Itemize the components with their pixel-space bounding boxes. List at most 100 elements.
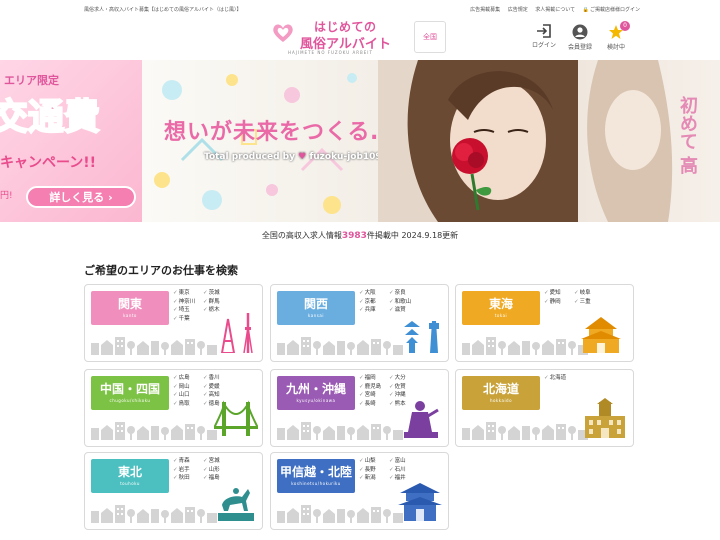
pref-link[interactable]: 宮崎 [359, 391, 389, 400]
town-silhouette [277, 337, 403, 355]
job-count: 3983 [341, 231, 367, 241]
area-roman: koshinetsu/hokuriku [291, 481, 341, 486]
pref-link[interactable]: 新潟 [359, 474, 389, 483]
landmark-illustration [214, 481, 258, 525]
pref-link[interactable]: 大阪 [359, 289, 389, 298]
pref-link[interactable]: 佐賀 [389, 383, 419, 392]
pref-link[interactable]: 静岡 [544, 298, 574, 307]
pref-link[interactable]: 鳥取 [173, 400, 203, 409]
pref-link[interactable]: 群馬 [203, 298, 233, 307]
pref-link[interactable]: 福岡 [359, 374, 389, 383]
pref-link[interactable]: 岩手 [173, 466, 203, 475]
pref-link[interactable]: 石川 [389, 466, 419, 475]
area-label[interactable]: 九州・沖縄 kyusyu/okinawa [277, 376, 355, 410]
area-card-tohoku[interactable]: 東北 touhoku 青森宮城岩手山形秋田福島 [84, 452, 263, 530]
statue-landmark-icon [404, 401, 439, 438]
pref-link[interactable]: 千葉 [173, 315, 203, 324]
top-link-listing[interactable]: 求人掲載について [535, 7, 575, 13]
pref-link[interactable]: 宮城 [203, 457, 233, 466]
register-button[interactable]: 会員登録 [562, 24, 598, 51]
top-link-ad-rules[interactable]: 広告規定 [508, 7, 528, 13]
pref-link[interactable]: 京都 [359, 298, 389, 307]
bridge-landmark-icon [213, 400, 259, 436]
pref-link[interactable]: 茨城 [203, 289, 233, 298]
landmark-illustration [400, 313, 444, 357]
area-label[interactable]: 東海 tokai [462, 291, 540, 325]
pref-link[interactable]: 愛知 [544, 289, 574, 298]
pref-link[interactable]: 神奈川 [173, 298, 203, 307]
pref-link[interactable]: 和歌山 [389, 298, 419, 307]
pref-link[interactable]: 愛媛 [203, 383, 233, 392]
user-icon [572, 24, 588, 40]
area-label[interactable]: 中国・四国 chugoku/shikoku [91, 376, 169, 410]
favorites-label: 検討中 [606, 44, 625, 51]
site-logo[interactable]: はじめての 風俗アルバイト HAJIMETE NO FUZOKU ARBEIT [270, 17, 410, 57]
town-silhouette [91, 337, 217, 355]
landmark-illustration [400, 398, 444, 442]
town-silhouette [462, 422, 588, 440]
pref-list: 青森宮城岩手山形秋田福島 [173, 457, 235, 483]
area-name: 中国・四国 [99, 382, 160, 396]
area-label[interactable]: 甲信越・北陸 koshinetsu/hokuriku [277, 459, 355, 493]
pref-list: 北海道 [544, 374, 606, 383]
campaign-detail-button[interactable]: 詳しく見る › [26, 186, 136, 208]
pref-link[interactable]: 山口 [173, 391, 203, 400]
campaign-area-label: エリア限定 [4, 74, 59, 87]
banner-slide-campaign[interactable]: エリア限定 交通費 キャンペーン!! 円! 詳しく見る › [0, 60, 142, 222]
top-link-shop-login[interactable]: 🔒ご掲載店様様ログイン [583, 7, 640, 13]
area-label[interactable]: 関西 kansai [277, 291, 355, 325]
pref-link[interactable]: 岐阜 [574, 289, 604, 298]
area-card-chugoku-shikoku[interactable]: 中国・四国chugoku/shikoku広島香川岡山愛媛山口高知鳥取徳島 [84, 369, 263, 447]
tokyo-landmark-icon [220, 313, 253, 354]
login-button[interactable]: ログイン [526, 24, 562, 49]
area-label[interactable]: 東北 touhoku [91, 459, 169, 493]
pref-link[interactable]: 香川 [203, 374, 233, 383]
area-roman: kanto [123, 313, 137, 318]
banner-slide-main[interactable]: 想いが未来をつくる… Total produced by ♥ fuzoku-jo… [142, 60, 578, 222]
pref-link[interactable]: 北海道 [544, 374, 574, 383]
hokkaido-building-icon [585, 398, 625, 438]
area-roman: touhoku [120, 481, 140, 486]
horse-statue-icon [218, 488, 254, 521]
pref-link[interactable]: 長野 [359, 466, 389, 475]
banner-slide-next[interactable]: 初めて 高 [578, 60, 720, 222]
town-silhouette [91, 505, 217, 523]
area-card-koshinetsu-hokuriku[interactable]: 甲信越・北陸 koshinetsu/hokuriku 山梨富山長野石川新潟福井 [270, 452, 449, 530]
area-roman: hokkaido [489, 398, 513, 403]
pref-link[interactable]: 三重 [574, 298, 604, 307]
town-silhouette [91, 422, 217, 440]
area-label[interactable]: 北海道 hokkaido [462, 376, 540, 410]
area-name: 北海道 [482, 382, 519, 396]
pref-link[interactable]: 鹿児島 [359, 383, 389, 392]
town-illustration [277, 418, 407, 440]
favorites-button[interactable]: 0 検討中 [598, 21, 634, 51]
pref-link[interactable]: 埼玉 [173, 306, 203, 315]
hero-carousel[interactable]: エリア限定 交通費 キャンペーン!! 円! 詳しく見る › 想いが未来をつくる…… [0, 60, 720, 222]
area-card-hokkaido[interactable]: 北海道 hokkaido 北海道 [455, 369, 634, 447]
job-count-stats: 全国の高収入求人情報3983件掲載中 2024.9.18更新 [261, 231, 459, 241]
area-search-title: ご希望のエリアのお仕事を検索 [84, 264, 238, 277]
pref-link[interactable]: 秋田 [173, 474, 203, 483]
area-roman: chugoku/shikoku [109, 398, 151, 403]
area-card-tokai[interactable]: 東海 tokai 愛知岐阜静岡三重 [455, 284, 634, 362]
region-select-button[interactable]: 全国 [414, 21, 446, 53]
top-link-ad-recruit[interactable]: 広告掲載募集 [470, 7, 500, 13]
pref-link[interactable]: 山形 [203, 466, 233, 475]
pref-link[interactable]: 大分 [389, 374, 419, 383]
nagoya-castle-icon [581, 317, 621, 353]
pref-link[interactable]: 山梨 [359, 457, 389, 466]
pref-link[interactable]: 長崎 [359, 400, 389, 409]
pref-link[interactable]: 東京 [173, 289, 203, 298]
area-label[interactable]: 関東 kanto [91, 291, 169, 325]
pref-link[interactable]: 青森 [173, 457, 203, 466]
pref-link[interactable]: 富山 [389, 457, 419, 466]
pref-link[interactable]: 奈良 [389, 289, 419, 298]
area-card-kansai[interactable]: 関西 kansai 大阪奈良京都和歌山兵庫滋賀 [270, 284, 449, 362]
area-card-kanto[interactable]: 関東kanto東京茨城神奈川群馬埼玉栃木千葉 [84, 284, 263, 362]
favorites-count-badge: 0 [620, 21, 630, 31]
pref-link[interactable]: 岡山 [173, 383, 203, 392]
town-silhouette [277, 422, 403, 440]
pref-link[interactable]: 兵庫 [359, 306, 389, 315]
pref-link[interactable]: 広島 [173, 374, 203, 383]
area-card-kyushu-okinawa[interactable]: 九州・沖縄kyusyu/okinawa福岡大分鹿児島佐賀宮崎沖縄長崎熊本 [270, 369, 449, 447]
